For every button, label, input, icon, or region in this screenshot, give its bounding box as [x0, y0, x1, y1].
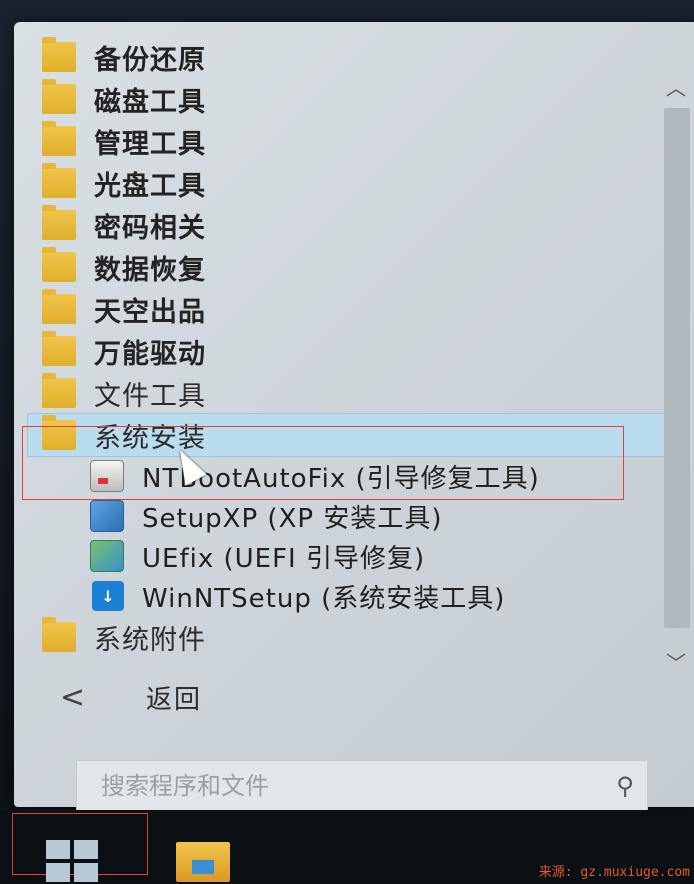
search-box[interactable]: ⚲: [76, 760, 648, 812]
folder-label: 备份还原: [94, 44, 206, 76]
winntsetup-icon: ↓: [92, 581, 124, 611]
folder-icon: [42, 37, 76, 72]
program-item-uefix[interactable]: UEfix (UEFI 引导修复): [28, 536, 668, 576]
folder-item[interactable]: 密码相关: [28, 204, 668, 246]
folder-icon: [42, 331, 76, 366]
program-label: SetupXP (XP 安装工具): [142, 503, 443, 534]
folder-item[interactable]: 数据恢复: [28, 246, 668, 288]
folder-label: 密码相关: [94, 212, 206, 244]
desktop-screen: 备份还原 磁盘工具 管理工具 光盘工具 密码相关 数据恢复 天空出品 万能驱动 …: [0, 0, 694, 884]
scroll-thumb[interactable]: [664, 108, 690, 628]
folder-icon: [42, 163, 76, 198]
folder-item[interactable]: 天空出品: [28, 288, 668, 330]
search-icon[interactable]: ⚲: [603, 772, 647, 800]
program-item-ntbootautofix[interactable]: NTBootAutoFix (引导修复工具): [28, 456, 668, 496]
program-item-winntsetup[interactable]: ↓ WinNTSetup (系统安装工具): [28, 576, 668, 616]
folder-item-expanded[interactable]: 系统安装: [27, 413, 669, 457]
back-button[interactable]: < 返回: [54, 674, 454, 720]
folder-item[interactable]: 光盘工具: [28, 162, 668, 204]
folder-icon: [42, 205, 76, 240]
watermark: 来源: gz.muxiuge.com: [538, 865, 690, 880]
folder-item[interactable]: 万能驱动: [28, 330, 668, 372]
program-item-setupxp[interactable]: SetupXP (XP 安装工具): [28, 496, 668, 536]
windows-logo-pane: [74, 840, 98, 859]
folder-icon: [42, 373, 76, 408]
start-menu-panel: 备份还原 磁盘工具 管理工具 光盘工具 密码相关 数据恢复 天空出品 万能驱动 …: [14, 22, 694, 812]
windows-logo-pane: [46, 863, 70, 882]
scrollbar[interactable]: ︿ ﹀: [662, 72, 692, 675]
windows-logo-pane: [74, 863, 98, 882]
chevron-down-icon[interactable]: ﹀: [666, 647, 686, 676]
folder-item[interactable]: 文件工具: [28, 372, 668, 414]
back-label: 返回: [146, 684, 203, 715]
search-input[interactable]: [99, 771, 603, 801]
folder-open-icon: [42, 415, 76, 450]
folder-item[interactable]: 管理工具: [28, 120, 668, 162]
folder-label: 光盘工具: [94, 170, 206, 202]
folder-label: 数据恢复: [94, 254, 206, 286]
folder-icon: [42, 617, 76, 652]
folder-icon: [42, 289, 76, 324]
boot-fix-icon: [90, 460, 124, 492]
chevron-left-icon: <: [60, 679, 86, 715]
folder-label: 磁盘工具: [94, 86, 206, 118]
program-label: UEfix (UEFI 引导修复): [142, 543, 426, 574]
folder-label: 万能驱动: [94, 338, 206, 370]
uefix-icon: [90, 540, 124, 572]
start-button[interactable]: [46, 840, 102, 884]
folder-label: 管理工具: [94, 128, 206, 160]
setup-xp-icon: [90, 500, 124, 532]
chevron-up-icon[interactable]: ︿: [666, 72, 686, 101]
folder-icon: [42, 79, 76, 114]
windows-logo-pane: [46, 840, 70, 859]
program-list: 备份还原 磁盘工具 管理工具 光盘工具 密码相关 数据恢复 天空出品 万能驱动 …: [27, 36, 669, 658]
file-explorer-icon[interactable]: [176, 842, 230, 882]
folder-label: 系统附件: [94, 624, 206, 656]
folder-label: 文件工具: [94, 380, 206, 412]
folder-item[interactable]: 磁盘工具: [28, 78, 668, 120]
folder-icon: [42, 121, 76, 156]
folder-item[interactable]: 备份还原: [28, 36, 668, 78]
program-label: WinNTSetup (系统安装工具): [142, 583, 506, 614]
folder-item[interactable]: 系统附件: [28, 616, 668, 658]
folder-label: 天空出品: [94, 296, 206, 328]
folder-icon: [42, 247, 76, 282]
